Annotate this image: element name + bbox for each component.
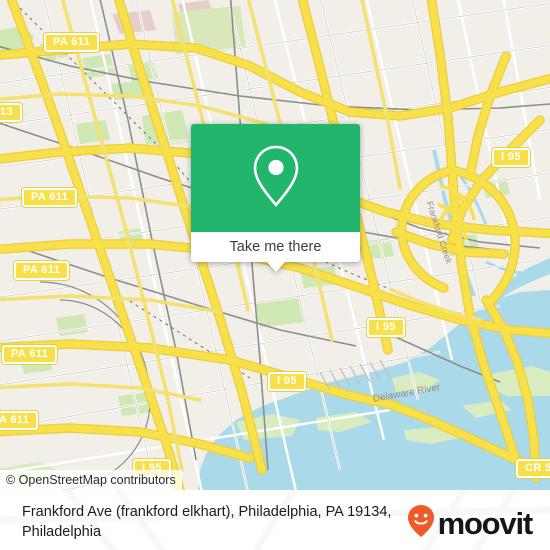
road-shield[interactable]: CR 54	[516, 459, 550, 478]
road-shield[interactable]: 13	[0, 103, 23, 122]
popup-card-header	[191, 124, 360, 232]
location-popup-card[interactable]: Take me there	[191, 124, 360, 272]
popup-card-action[interactable]: Take me there	[191, 232, 360, 262]
location-title: Frankford Ave (frankford elkhart), Phila…	[22, 504, 392, 540]
map-screenshot-page: PA 611 13 PA 611 PA 611 PA 611 A 611 I 9…	[0, 0, 550, 550]
map-pin-icon	[248, 143, 304, 214]
osm-attribution[interactable]: © OpenStreetMap contributors	[0, 470, 182, 490]
moovit-smiley-pin-icon	[406, 504, 436, 543]
moovit-logo[interactable]: moovit	[406, 504, 534, 543]
road-shield[interactable]: I 95	[492, 148, 530, 167]
road-shield[interactable]: I 95	[268, 372, 306, 391]
page-footer: Frankford Ave (frankford elkhart), Phila…	[0, 490, 550, 550]
road-shield[interactable]: I 95	[367, 318, 405, 337]
moovit-wordmark: moovit	[437, 506, 534, 541]
road-shield[interactable]: PA 611	[14, 261, 70, 280]
road-shield[interactable]: PA 611	[44, 33, 100, 52]
road-shield[interactable]: A 611	[0, 411, 39, 430]
road-shield[interactable]: PA 611	[2, 345, 58, 364]
popup-card-pointer	[266, 262, 285, 272]
road-shield[interactable]: PA 611	[22, 188, 78, 207]
take-me-there-label: Take me there	[229, 239, 322, 255]
